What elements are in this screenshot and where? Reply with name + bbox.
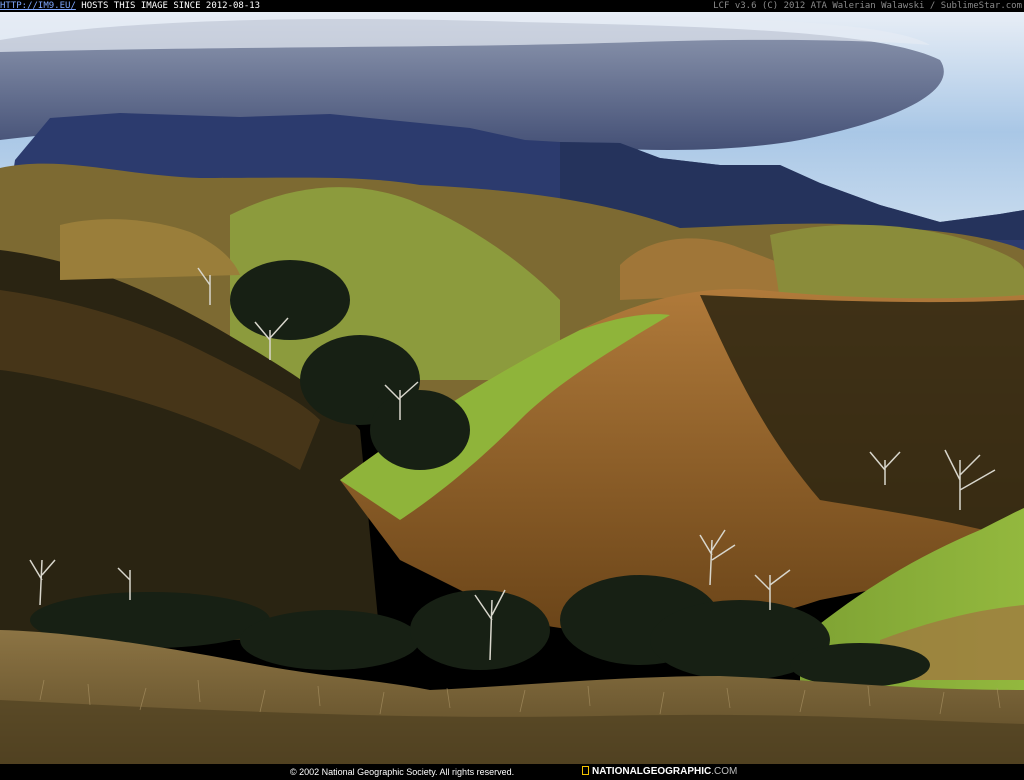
brand-name: NATIONALGEOGRAPHIC (592, 766, 712, 777)
yellow-border-logo-icon (582, 766, 589, 775)
host-text: HOSTS THIS IMAGE SINCE 2012-08-13 (75, 1, 261, 11)
bottom-credit-bar: © 2002 National Geographic Society. All … (0, 764, 1024, 780)
credit-text: LCF v3.6 (C) 2012 ATA Walerian Walawski … (713, 1, 1022, 11)
national-geographic-logo[interactable]: NATIONALGEOGRAPHIC.COM (582, 764, 737, 780)
landscape-photo (0, 12, 1024, 764)
host-link[interactable]: HTTP://IM9.EU/ (0, 1, 76, 11)
host-info: HTTP://IM9.EU/ HOSTS THIS IMAGE SINCE 20… (0, 0, 260, 12)
photo-canvas (0, 12, 1024, 764)
brand-suffix: .COM (711, 766, 738, 777)
top-info-bar: HTTP://IM9.EU/ HOSTS THIS IMAGE SINCE 20… (0, 0, 1024, 12)
copyright-text: © 2002 National Geographic Society. All … (290, 767, 515, 777)
